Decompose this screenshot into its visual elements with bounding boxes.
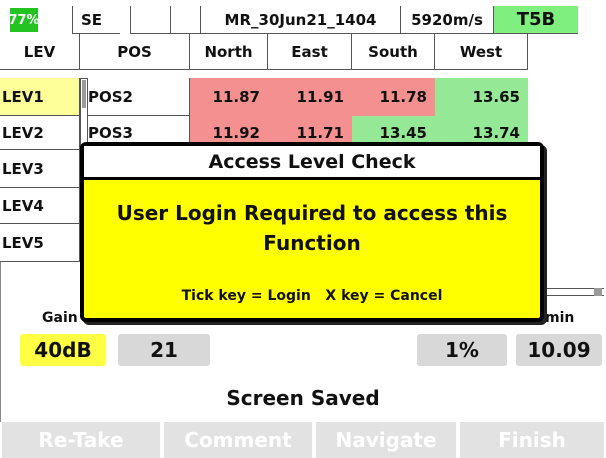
table-row-lev[interactable]: LEV3 (0, 150, 80, 188)
col-header-west: West (435, 34, 528, 70)
min-value: 10.09 (516, 334, 602, 366)
logged-value: 21 (118, 334, 210, 366)
col-header-lev: LEV (0, 34, 80, 70)
status-blank-2 (170, 6, 200, 34)
col-header-pos: POS (80, 34, 190, 70)
navigate-button[interactable]: Navigate (316, 422, 456, 458)
dialog-title: Access Level Check (84, 146, 540, 180)
min-label: min (545, 310, 575, 326)
status-bar: 77% SE MR_30Jun21_1404 5920m/s T5B (0, 0, 606, 34)
retake-button[interactable]: Re-Take (2, 422, 160, 458)
table-cell-south: 11.78 (352, 78, 435, 116)
table-row-pos: POS2 (80, 78, 190, 116)
col-header-north: North (190, 34, 268, 70)
finish-button[interactable]: Finish (460, 422, 604, 458)
table-cell-west: 13.65 (435, 78, 528, 116)
scroll-right-arrow-icon[interactable] (594, 288, 602, 296)
direction-readout: SE (72, 6, 120, 34)
status-blank-1 (130, 6, 170, 34)
table-row-lev[interactable]: LEV5 (0, 224, 80, 262)
gain-value[interactable]: 40dB (20, 334, 106, 366)
dialog-hint: Tick key = Login X key = Cancel (181, 288, 443, 304)
col-header-east: East (268, 34, 352, 70)
col-header-south: South (352, 34, 435, 70)
comment-button[interactable]: Comment (164, 422, 312, 458)
table-cell-north: 11.87 (190, 78, 268, 116)
gain-label: Gain (42, 310, 78, 326)
comp-value: 1% (417, 334, 507, 366)
table-row-lev[interactable]: LEV2 (0, 116, 80, 150)
status-message: Screen Saved (226, 386, 380, 410)
battery-indicator: 77% (8, 8, 40, 32)
table-vertical-scrollbar[interactable] (80, 78, 88, 150)
dialog-message: User Login Required to access this Funct… (116, 201, 508, 255)
filename-readout: MR_30Jun21_1404 (200, 6, 400, 34)
table-cell-east: 11.91 (268, 78, 352, 116)
access-dialog: Access Level Check User Login Required t… (80, 142, 544, 322)
mode-badge: T5B (493, 6, 578, 34)
table-row-lev[interactable]: LEV1 (0, 78, 80, 116)
velocity-readout: 5920m/s (400, 6, 493, 34)
table-row-lev[interactable]: LEV4 (0, 188, 80, 224)
scrollbar-thumb[interactable] (82, 80, 86, 108)
